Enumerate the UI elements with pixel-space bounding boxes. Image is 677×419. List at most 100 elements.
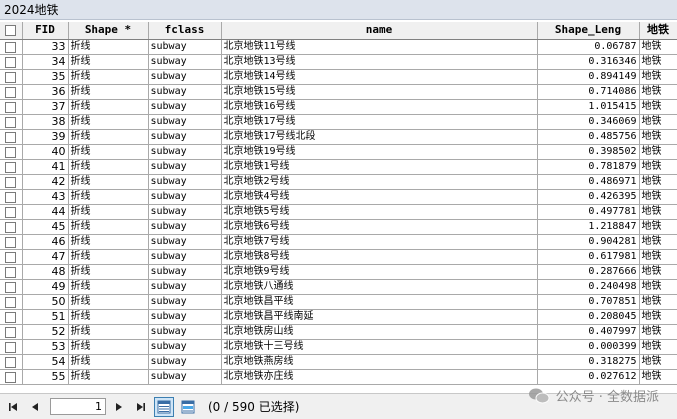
cell-name[interactable]: 北京地铁亦庄线 bbox=[221, 369, 538, 385]
cell-fclass[interactable]: subway bbox=[148, 219, 222, 235]
row-selector[interactable] bbox=[0, 279, 23, 295]
row-selector[interactable] bbox=[0, 129, 23, 145]
cell-type[interactable]: 地铁 bbox=[639, 84, 677, 100]
cell-name[interactable]: 北京地铁房山线 bbox=[221, 324, 538, 340]
last-record-button[interactable] bbox=[132, 398, 150, 416]
cell-shape[interactable]: 折线 bbox=[68, 219, 149, 235]
cell-fclass[interactable]: subway bbox=[148, 114, 222, 130]
table-row[interactable]: 40 折线 subway 北京地铁19号线 0.398502 地铁 bbox=[0, 144, 677, 160]
table-row[interactable]: 42 折线 subway 北京地铁2号线 0.486971 地铁 bbox=[0, 174, 677, 190]
row-select-box[interactable] bbox=[5, 146, 17, 158]
cell-shape-leng[interactable]: 0.318275 bbox=[537, 354, 640, 370]
row-select-box[interactable] bbox=[5, 161, 17, 173]
cell-shape[interactable]: 折线 bbox=[68, 279, 149, 295]
row-select-box[interactable] bbox=[5, 341, 17, 353]
cell-fid[interactable]: 37 bbox=[22, 99, 69, 115]
cell-type[interactable]: 地铁 bbox=[639, 114, 677, 130]
cell-fid[interactable]: 49 bbox=[22, 279, 69, 295]
table-row[interactable]: 54 折线 subway 北京地铁燕房线 0.318275 地铁 bbox=[0, 354, 677, 370]
select-all-box[interactable] bbox=[5, 25, 17, 37]
row-select-box[interactable] bbox=[5, 101, 17, 113]
cell-shape[interactable]: 折线 bbox=[68, 39, 149, 55]
cell-fclass[interactable]: subway bbox=[148, 54, 222, 70]
table-row[interactable]: 36 折线 subway 北京地铁15号线 0.714086 地铁 bbox=[0, 84, 677, 100]
row-selector[interactable] bbox=[0, 69, 23, 85]
cell-shape[interactable]: 折线 bbox=[68, 249, 149, 265]
cell-fid[interactable]: 47 bbox=[22, 249, 69, 265]
cell-fid[interactable]: 38 bbox=[22, 114, 69, 130]
cell-shape[interactable]: 折线 bbox=[68, 99, 149, 115]
cell-shape-leng[interactable]: 0.781879 bbox=[537, 159, 640, 175]
record-number-input[interactable]: 1 bbox=[50, 398, 106, 415]
cell-fclass[interactable]: subway bbox=[148, 249, 222, 265]
cell-fid[interactable]: 43 bbox=[22, 189, 69, 205]
cell-shape[interactable]: 折线 bbox=[68, 234, 149, 250]
cell-fclass[interactable]: subway bbox=[148, 309, 222, 325]
row-selector[interactable] bbox=[0, 369, 23, 385]
row-select-box[interactable] bbox=[5, 206, 17, 218]
row-select-box[interactable] bbox=[5, 356, 17, 368]
row-select-box[interactable] bbox=[5, 371, 17, 383]
table-row[interactable]: 50 折线 subway 北京地铁昌平线 0.707851 地铁 bbox=[0, 294, 677, 310]
cell-fid[interactable]: 40 bbox=[22, 144, 69, 160]
cell-name[interactable]: 北京地铁16号线 bbox=[221, 99, 538, 115]
row-selector[interactable] bbox=[0, 84, 23, 100]
cell-shape[interactable]: 折线 bbox=[68, 264, 149, 280]
cell-name[interactable]: 北京地铁13号线 bbox=[221, 54, 538, 70]
cell-type[interactable]: 地铁 bbox=[639, 159, 677, 175]
row-selector[interactable] bbox=[0, 309, 23, 325]
cell-fid[interactable]: 51 bbox=[22, 309, 69, 325]
cell-fclass[interactable]: subway bbox=[148, 144, 222, 160]
row-select-box[interactable] bbox=[5, 56, 17, 68]
cell-fid[interactable]: 52 bbox=[22, 324, 69, 340]
cell-fid[interactable]: 55 bbox=[22, 369, 69, 385]
table-row[interactable]: 53 折线 subway 北京地铁十三号线 0.000399 地铁 bbox=[0, 339, 677, 355]
column-header-type[interactable]: 地铁 bbox=[639, 22, 677, 40]
cell-name[interactable]: 北京地铁昌平线 bbox=[221, 294, 538, 310]
cell-fclass[interactable]: subway bbox=[148, 159, 222, 175]
table-row[interactable]: 49 折线 subway 北京地铁八通线 0.240498 地铁 bbox=[0, 279, 677, 295]
row-select-box[interactable] bbox=[5, 176, 17, 188]
cell-shape[interactable]: 折线 bbox=[68, 354, 149, 370]
table-row[interactable]: 48 折线 subway 北京地铁9号线 0.287666 地铁 bbox=[0, 264, 677, 280]
cell-name[interactable]: 北京地铁17号线 bbox=[221, 114, 538, 130]
cell-name[interactable]: 北京地铁19号线 bbox=[221, 144, 538, 160]
cell-shape-leng[interactable]: 0.027612 bbox=[537, 369, 640, 385]
cell-shape[interactable]: 折线 bbox=[68, 324, 149, 340]
cell-shape[interactable]: 折线 bbox=[68, 309, 149, 325]
cell-name[interactable]: 北京地铁1号线 bbox=[221, 159, 538, 175]
cell-shape[interactable]: 折线 bbox=[68, 369, 149, 385]
cell-fid[interactable]: 42 bbox=[22, 174, 69, 190]
cell-shape-leng[interactable]: 0.287666 bbox=[537, 264, 640, 280]
cell-shape-leng[interactable]: 0.497781 bbox=[537, 204, 640, 220]
table-row[interactable]: 43 折线 subway 北京地铁4号线 0.426395 地铁 bbox=[0, 189, 677, 205]
table-row[interactable]: 39 折线 subway 北京地铁17号线北段 0.485756 地铁 bbox=[0, 129, 677, 145]
cell-shape-leng[interactable]: 0.426395 bbox=[537, 189, 640, 205]
cell-type[interactable]: 地铁 bbox=[639, 234, 677, 250]
table-row[interactable]: 45 折线 subway 北京地铁6号线 1.218847 地铁 bbox=[0, 219, 677, 235]
cell-type[interactable]: 地铁 bbox=[639, 99, 677, 115]
cell-fclass[interactable]: subway bbox=[148, 324, 222, 340]
column-header-fclass[interactable]: fclass bbox=[148, 22, 222, 40]
cell-name[interactable]: 北京地铁昌平线南延 bbox=[221, 309, 538, 325]
cell-fclass[interactable]: subway bbox=[148, 99, 222, 115]
cell-shape[interactable]: 折线 bbox=[68, 294, 149, 310]
cell-shape[interactable]: 折线 bbox=[68, 54, 149, 70]
row-selector[interactable] bbox=[0, 324, 23, 340]
first-record-button[interactable] bbox=[4, 398, 22, 416]
row-selector[interactable] bbox=[0, 114, 23, 130]
cell-type[interactable]: 地铁 bbox=[639, 69, 677, 85]
cell-shape-leng[interactable]: 0.240498 bbox=[537, 279, 640, 295]
cell-type[interactable]: 地铁 bbox=[639, 369, 677, 385]
row-selector[interactable] bbox=[0, 219, 23, 235]
table-row[interactable]: 37 折线 subway 北京地铁16号线 1.015415 地铁 bbox=[0, 99, 677, 115]
cell-shape[interactable]: 折线 bbox=[68, 159, 149, 175]
row-selector[interactable] bbox=[0, 234, 23, 250]
row-selector[interactable] bbox=[0, 144, 23, 160]
row-selector[interactable] bbox=[0, 354, 23, 370]
table-row[interactable]: 46 折线 subway 北京地铁7号线 0.904281 地铁 bbox=[0, 234, 677, 250]
next-record-button[interactable] bbox=[110, 398, 128, 416]
table-row[interactable]: 41 折线 subway 北京地铁1号线 0.781879 地铁 bbox=[0, 159, 677, 175]
row-select-box[interactable] bbox=[5, 221, 17, 233]
cell-name[interactable]: 北京地铁6号线 bbox=[221, 219, 538, 235]
